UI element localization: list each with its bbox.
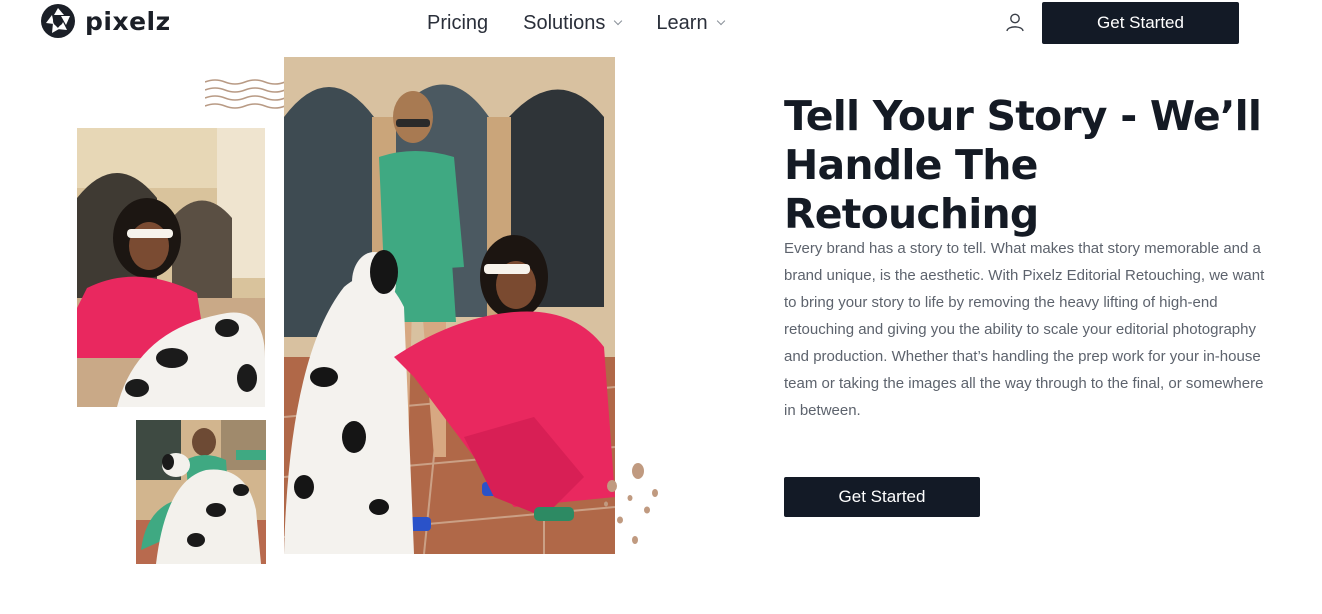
hero-body-text: Every brand has a story to tell. What ma… <box>784 240 1265 419</box>
chevron-down-icon <box>614 16 623 26</box>
aperture-logo-icon <box>41 4 75 38</box>
get-started-header-button[interactable]: Get Started <box>1042 2 1239 44</box>
nav-item-label: Learn <box>656 11 708 34</box>
main-nav: Pricing Solutions Learn <box>427 10 725 36</box>
editorial-photo-small <box>136 420 266 564</box>
nav-item-solutions[interactable]: Solutions <box>523 10 623 36</box>
brand-name: pixelz <box>85 6 171 36</box>
nav-item-label: Pricing <box>427 11 489 34</box>
dots-decoration <box>604 463 658 544</box>
chevron-down-icon <box>716 16 725 26</box>
nav-item-pricing[interactable]: Pricing <box>427 10 488 36</box>
nav-item-label: Solutions <box>523 11 606 34</box>
editorial-photo-pink-woman <box>77 128 265 407</box>
editorial-photo-main <box>284 57 615 554</box>
get-started-button[interactable]: Get Started <box>784 477 980 517</box>
nav-item-learn[interactable]: Learn <box>656 10 725 36</box>
brand-logo[interactable]: pixelz <box>40 3 171 39</box>
user-icon[interactable] <box>1005 12 1025 32</box>
wave-lines-decoration <box>205 79 285 109</box>
hero-headline: Tell Your Story - We’ll Handle The Retou… <box>784 92 1262 238</box>
